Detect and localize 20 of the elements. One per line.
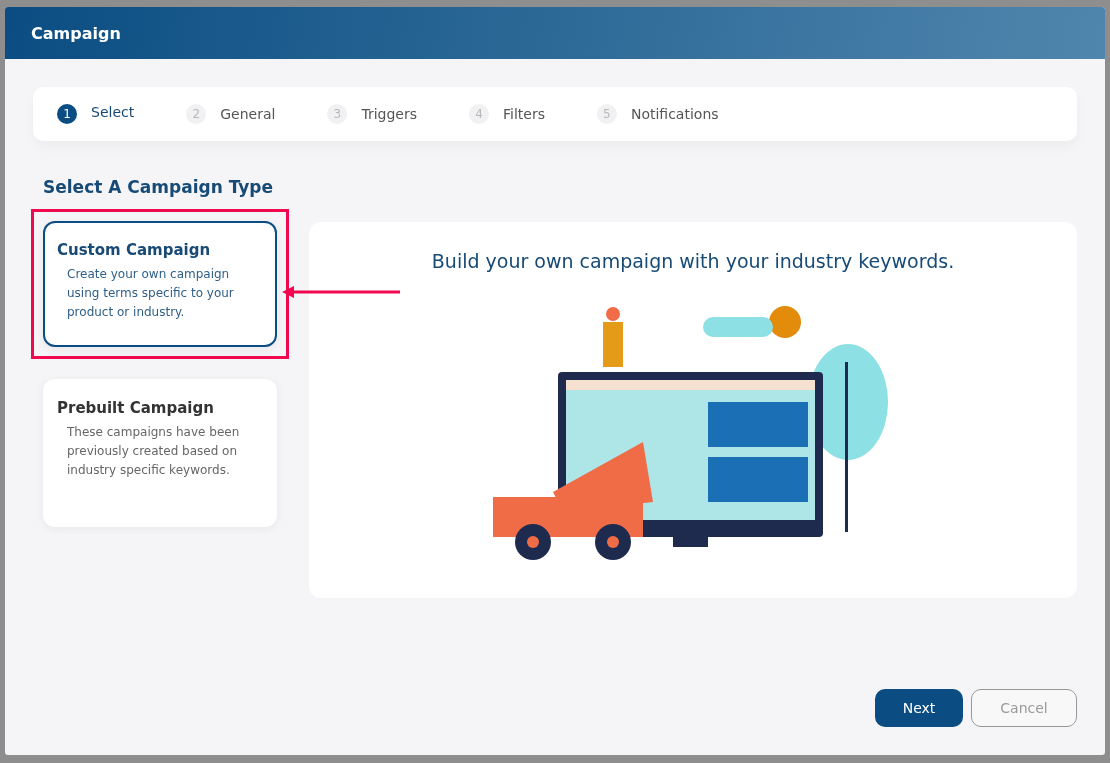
step-number: 1 <box>57 104 77 124</box>
preview-caption: Build your own campaign with your industry keywords. <box>431 250 955 272</box>
card-description: These campaigns have been previously created based on industry specific keywords. <box>66 424 241 479</box>
dialog-title: Campaign <box>31 23 121 43</box>
step-label[interactable]: Notifications <box>630 106 719 122</box>
card-title: Prebuilt Campaign <box>57 399 215 417</box>
card-description: Create your own campaign using terms specific to your product or industry. <box>66 266 235 321</box>
step-number: 3 <box>327 104 348 124</box>
campaign-type-card[interactable]: Custom Campaign Create your own campaign using terms specific to your product or industry. <box>43 221 277 347</box>
next-button[interactable]: Next <box>875 689 963 727</box>
step-number: 2 <box>186 104 207 124</box>
card-title: Custom Campaign <box>57 241 212 259</box>
step-label[interactable]: Filters <box>502 106 545 122</box>
step-label[interactable]: Select <box>91 104 135 120</box>
section-heading: Select A Campaign Type <box>43 177 274 197</box>
step-number: 5 <box>596 104 617 124</box>
step-label[interactable]: General <box>220 106 276 122</box>
campaign-type-card[interactable]: Prebuilt Campaign These campaigns have been previously created based on industry specific keywords. <box>43 379 277 527</box>
step-number: 4 <box>468 104 489 124</box>
step-label[interactable]: Triggers <box>361 106 417 122</box>
